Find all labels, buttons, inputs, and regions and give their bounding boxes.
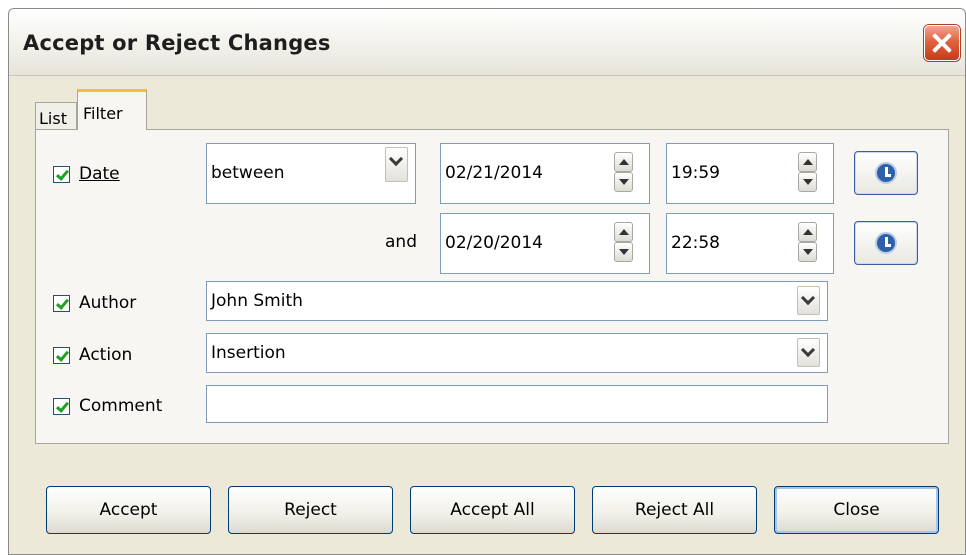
start-date-decrement[interactable] <box>614 172 633 192</box>
action-select[interactable]: Insertion <box>206 333 828 373</box>
close-button[interactable]: Close <box>774 486 939 534</box>
comment-label: Comment <box>79 396 163 416</box>
date-checkbox[interactable] <box>53 166 70 183</box>
and-label: and <box>385 232 417 252</box>
accept-button[interactable]: Accept <box>46 486 211 534</box>
author-select[interactable]: John Smith <box>206 281 828 321</box>
end-date-increment[interactable] <box>614 222 633 242</box>
end-time-field[interactable]: 22:58 <box>666 213 834 274</box>
start-time-decrement[interactable] <box>798 172 817 192</box>
clock-icon <box>875 162 897 184</box>
close-icon[interactable] <box>924 25 960 61</box>
clock-icon <box>875 232 897 254</box>
title-bar[interactable]: Accept or Reject Changes <box>9 9 965 76</box>
start-date-field[interactable]: 02/21/2014 <box>440 143 650 204</box>
date-mode-select[interactable]: between <box>206 143 416 204</box>
tab-list[interactable]: List <box>35 102 77 130</box>
start-time-clock-button[interactable] <box>854 151 918 195</box>
date-mode-value: between <box>211 163 285 183</box>
comment-field[interactable] <box>206 385 828 423</box>
tab-filter[interactable]: Filter <box>77 89 147 130</box>
author-checkbox[interactable] <box>53 295 70 312</box>
action-checkbox[interactable] <box>53 347 70 364</box>
end-date-field[interactable]: 02/20/2014 <box>440 213 650 274</box>
end-time-clock-button[interactable] <box>854 221 918 265</box>
dialog-window: Accept or Reject Changes List Filter Dat… <box>8 8 966 555</box>
window-title: Accept or Reject Changes <box>23 31 331 55</box>
reject-button[interactable]: Reject <box>228 486 393 534</box>
chevron-down-icon[interactable] <box>797 286 820 315</box>
date-label: Date <box>79 164 120 184</box>
end-time-increment[interactable] <box>798 222 817 242</box>
reject-all-button[interactable]: Reject All <box>592 486 757 534</box>
comment-checkbox[interactable] <box>53 398 70 415</box>
accept-all-button[interactable]: Accept All <box>410 486 575 534</box>
end-time-decrement[interactable] <box>798 242 817 262</box>
start-time-increment[interactable] <box>798 152 817 172</box>
start-time-field[interactable]: 19:59 <box>666 143 834 204</box>
action-value: Insertion <box>211 343 286 363</box>
chevron-down-icon[interactable] <box>385 147 408 182</box>
author-label: Author <box>79 293 137 313</box>
author-value: John Smith <box>211 291 303 311</box>
action-label: Action <box>79 345 133 365</box>
end-date-decrement[interactable] <box>614 242 633 262</box>
chevron-down-icon[interactable] <box>797 338 820 367</box>
start-date-increment[interactable] <box>614 152 633 172</box>
